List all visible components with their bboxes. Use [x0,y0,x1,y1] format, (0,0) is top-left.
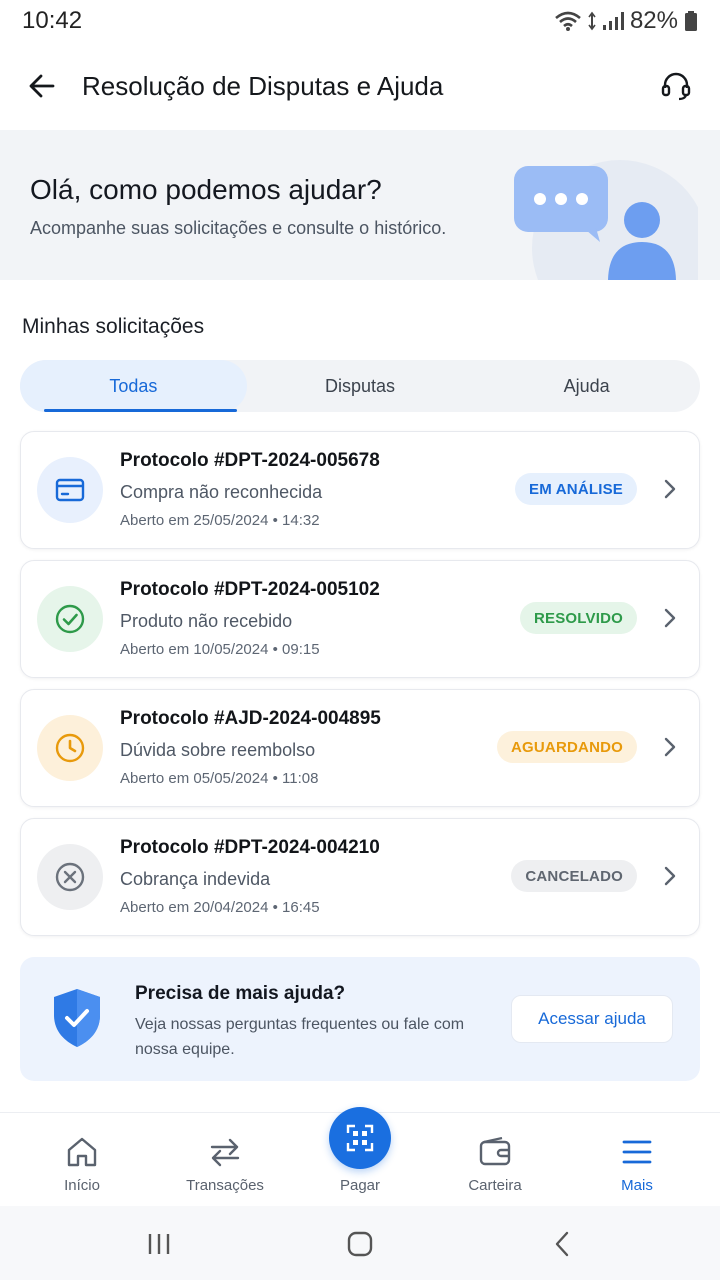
status-badge: EM ANÁLISE [515,473,637,505]
check-circle-icon [37,586,103,652]
request-card[interactable]: Protocolo #AJD-2024-004895 Dúvida sobre … [20,689,700,807]
help-text: Veja nossas perguntas frequentes ou fale… [135,1016,465,1058]
status-bar: 10:42 82% [0,0,720,42]
nav-label: Início [64,1177,100,1194]
request-title: Protocolo #AJD-2024-004895 [120,708,381,729]
page-title: Resolução de Disputas e Ajuda [82,70,444,101]
recent-apps-icon [148,1234,170,1254]
signal-icon [602,10,624,32]
request-title: Protocolo #DPT-2024-005102 [120,579,380,600]
home-system-button[interactable] [346,1230,374,1258]
hero-title: Olá, como podemos ajudar? [30,174,382,205]
qr-code-icon [346,1124,374,1152]
help-title: Precisa de mais ajuda? [135,983,346,1004]
hero-subtitle: Acompanhe suas solicitações e consulte o… [30,218,447,238]
back-system-button[interactable] [548,1230,576,1258]
request-subtitle: Compra não reconhecida [120,482,323,502]
wifi-icon [554,10,582,32]
request-subtitle: Produto não recebido [120,611,293,631]
chevron-right-icon [664,866,676,886]
status-badge: CANCELADO [511,860,637,892]
arrow-left-icon [29,74,55,98]
nav-item-carteira[interactable]: Carteira [435,1113,555,1207]
bottom-navigation: Início Transações Pagar Carteira Mais [0,1107,720,1207]
app-bar: Resolução de Disputas e Ajuda [0,42,720,130]
nav-label: Carteira [468,1177,522,1194]
headset-icon [661,72,691,101]
system-navigation-bar [0,1206,720,1280]
pay-button[interactable] [329,1107,391,1169]
status-badge: RESOLVIDO [519,602,637,634]
chevron-right-icon [664,608,676,628]
access-help-button[interactable]: Acessar ajuda [511,995,673,1043]
section-title: Minhas solicitações [22,315,205,338]
clock-icon [37,715,103,781]
help-banner: Precisa de mais ajuda? Veja nossas pergu… [20,957,700,1081]
wallet-icon [477,1135,513,1169]
status-badge: AGUARDANDO [497,731,637,763]
nav-item-inicio[interactable]: Início [22,1113,142,1207]
request-date: Aberto em 10/05/2024 • 09:15 [120,641,320,658]
chevron-right-icon [664,737,676,757]
x-circle-icon [37,844,103,910]
nav-label: Transações [186,1177,264,1194]
battery-level: 82% [629,7,678,34]
request-date: Aberto em 25/05/2024 • 14:32 [120,512,320,529]
transfer-arrows-icon [207,1135,243,1169]
home-icon [64,1135,100,1169]
request-title: Protocolo #DPT-2024-005678 [120,450,380,471]
back-button[interactable] [24,68,60,104]
battery-icon [684,10,698,32]
request-card[interactable]: Protocolo #DPT-2024-004210 Cobrança inde… [20,818,700,936]
request-card[interactable]: Protocolo #DPT-2024-005678 Compra não re… [20,431,700,549]
support-chat-illustration [508,146,708,280]
request-title: Protocolo #DPT-2024-004210 [120,837,380,858]
home-square-icon [347,1231,373,1257]
nav-item-mais[interactable]: Mais [577,1113,697,1207]
nav-item-transacoes[interactable]: Transações [165,1113,285,1207]
tab-todas[interactable]: Todas [20,360,247,412]
shield-check-icon [54,989,100,1047]
hero-banner: Olá, como podemos ajudar? Acompanhe suas… [0,130,720,280]
support-button[interactable] [656,66,696,106]
tab-disputas[interactable]: Disputas [247,360,474,412]
request-date: Aberto em 05/05/2024 • 11:08 [120,770,319,787]
filter-tabs: Todas Disputas Ajuda [20,360,700,412]
menu-icon [619,1135,655,1169]
request-subtitle: Cobrança indevida [120,869,271,889]
back-chevron-icon [555,1231,569,1257]
tab-ajuda[interactable]: Ajuda [473,360,700,412]
status-indicators: 82% [554,7,698,35]
request-date: Aberto em 20/04/2024 • 16:45 [120,899,320,916]
request-card[interactable]: Protocolo #DPT-2024-005102 Produto não r… [20,560,700,678]
data-arrows-icon [588,10,596,32]
request-subtitle: Dúvida sobre reembolso [120,740,316,760]
credit-card-icon [37,457,103,523]
nav-label-pagar: Pagar [339,1177,381,1194]
nav-label: Mais [621,1177,653,1194]
status-time: 10:42 [22,7,83,34]
recent-apps-button[interactable] [145,1230,173,1258]
chevron-right-icon [664,479,676,499]
